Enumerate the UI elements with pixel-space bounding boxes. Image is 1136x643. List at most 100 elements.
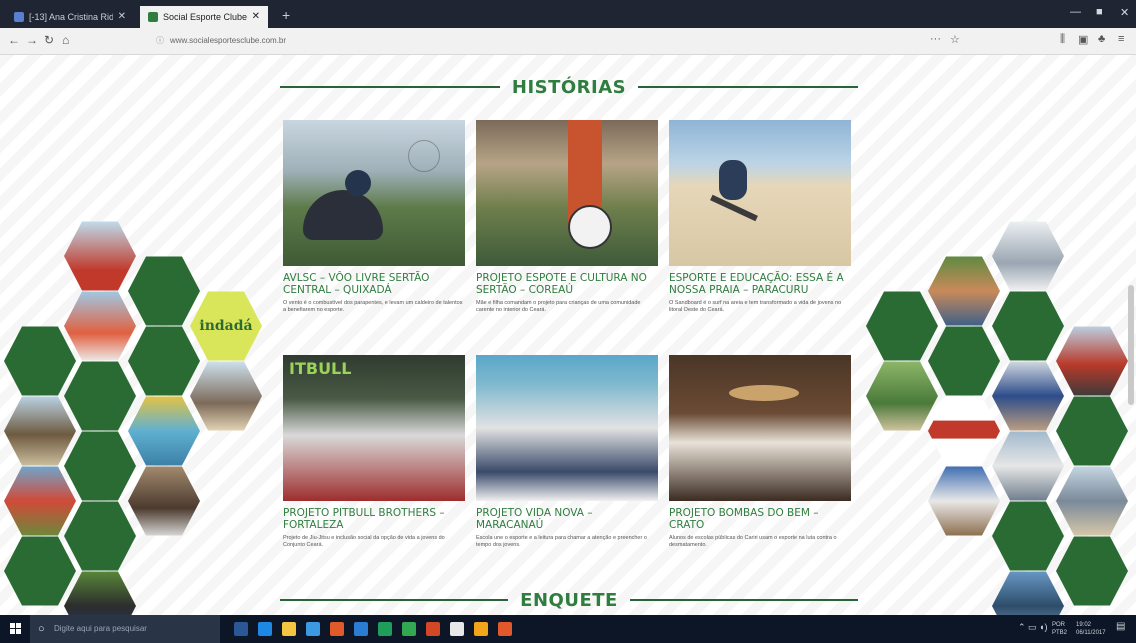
poll-heading: ENQUETE <box>280 585 858 615</box>
hex-photo <box>992 221 1064 291</box>
language-indicator: POR <box>1052 622 1066 628</box>
tab-label: Social Esporte Clube <box>163 12 247 22</box>
firefox-icon[interactable] <box>498 622 512 636</box>
story-image-sandboard[interactable] <box>669 120 851 266</box>
new-tab-button[interactable]: + <box>282 7 290 23</box>
search-placeholder: Digite aqui para pesquisar <box>54 624 147 633</box>
page-actions-icon[interactable]: ··· <box>930 33 941 45</box>
story-excerpt: O Sandboard é o surf na areia e tem tran… <box>669 300 842 313</box>
partner-logo-text: indadá <box>199 318 253 334</box>
word-icon[interactable] <box>354 622 368 636</box>
hex-photo <box>128 466 200 536</box>
home-icon[interactable]: ⌂ <box>62 33 69 47</box>
hex-photo <box>1056 466 1128 536</box>
keyboard-layout[interactable]: POR PTB2 <box>1052 621 1067 637</box>
close-tab-icon[interactable]: ✕ <box>118 6 126 28</box>
story-card[interactable]: ESPORTE E EDUCAÇÃO: ESSA É A NOSSA PRAIA… <box>669 120 851 314</box>
partner-logo: indadá <box>190 291 262 361</box>
photos-icon[interactable] <box>474 622 488 636</box>
info-icon[interactable]: ⓘ <box>156 32 164 50</box>
hex-tile <box>1056 536 1128 606</box>
story-image-group[interactable] <box>476 355 658 501</box>
browser-tab-1[interactable]: [-13] Ana Cristina Ridge ✕ <box>6 6 134 28</box>
hex-tile <box>866 291 938 361</box>
tray-icons[interactable]: ⌃ ▭ ◖) <box>1018 623 1047 632</box>
cortana-icon: ○ <box>38 623 45 635</box>
stories-heading: HISTÓRIAS <box>280 72 859 102</box>
windows-start-icon[interactable] <box>10 623 22 635</box>
file-explorer-icon[interactable] <box>282 622 296 636</box>
hex-photo <box>64 291 136 361</box>
story-excerpt: Projeto de Jiu-Jitsu e inclusão social d… <box>283 535 445 548</box>
story-excerpt: Alunos de escolas públicas do Cariri usa… <box>669 535 837 548</box>
sidebar-icon[interactable]: ▣ <box>1078 33 1088 46</box>
story-image-football[interactable] <box>476 120 658 266</box>
task-view-icon[interactable] <box>234 622 248 636</box>
hex-tile <box>992 291 1064 361</box>
story-title[interactable]: PROJETO ESPOTE E CULTURA NO SERTÃO – COR… <box>476 272 658 296</box>
tab-label: [-13] Ana Cristina Ridge <box>29 12 113 22</box>
story-image-paragliding[interactable] <box>283 120 465 266</box>
clock-date: 06/11/2017 <box>1076 630 1106 636</box>
powerpoint-icon[interactable] <box>426 622 440 636</box>
story-title[interactable]: ESPORTE E EDUCAÇÃO: ESSA É A NOSSA PRAIA… <box>669 272 851 296</box>
hex-tile <box>992 501 1064 571</box>
hex-photo <box>928 396 1000 466</box>
heading-rule <box>280 86 500 88</box>
forward-icon[interactable]: → <box>26 33 38 47</box>
hex-photo <box>992 571 1064 615</box>
mail-icon[interactable] <box>450 622 464 636</box>
close-tab-icon[interactable]: ✕ <box>252 6 260 28</box>
hex-tile <box>128 326 200 396</box>
url-text: www.socialesportesclube.com.br <box>170 36 287 45</box>
hex-photo <box>64 571 136 615</box>
story-card[interactable]: PROJETO VIDA NOVA – MARACANAÚ Escola une… <box>476 355 658 549</box>
browser-nav-bar: ← → ↻ ⌂ ⓘ www.socialesportesclube.com.br … <box>0 28 1136 55</box>
menu-icon[interactable]: ≡ <box>1118 33 1124 45</box>
story-card[interactable]: ITBULL PROJETO PITBULL BROTHERS – FORTAL… <box>283 355 465 549</box>
story-title[interactable]: PROJETO VIDA NOVA – MARACANAÚ <box>476 507 658 531</box>
heading-rule <box>629 599 858 601</box>
story-title[interactable]: AVLSC – VÔO LIVRE SERTÃO CENTRAL – QUIXA… <box>283 272 465 296</box>
notifications-icon[interactable]: ▤ <box>1116 622 1125 632</box>
story-excerpt: Mãe e filha comandam o projeto para cria… <box>476 300 641 313</box>
store-icon[interactable] <box>306 622 320 636</box>
close-window-icon[interactable]: ✕ <box>1120 6 1129 19</box>
app-icon[interactable] <box>330 622 344 636</box>
browser-tab-2[interactable]: Social Esporte Clube ✕ <box>140 6 268 28</box>
back-icon[interactable]: ← <box>8 33 20 47</box>
story-card[interactable]: PROJETO ESPOTE E CULTURA NO SERTÃO – COR… <box>476 120 658 314</box>
tab-favicon-icon <box>14 12 24 22</box>
minimize-icon[interactable]: — <box>1070 6 1081 18</box>
page-scrollbar[interactable] <box>1128 285 1134 405</box>
story-title[interactable]: PROJETO PITBULL BROTHERS – FORTALEZA <box>283 507 465 531</box>
clock[interactable]: 19:02 06/11/2017 <box>1076 621 1106 637</box>
reload-icon[interactable]: ↻ <box>44 33 54 47</box>
extension-icon[interactable]: ♣ <box>1098 33 1105 45</box>
library-icon[interactable]: ⫼ <box>1060 33 1065 46</box>
hex-tile <box>1056 396 1128 466</box>
hex-tile <box>4 536 76 606</box>
hex-tile <box>64 501 136 571</box>
address-bar[interactable]: ⓘ www.socialesportesclube.com.br <box>156 32 956 50</box>
heading-rule <box>638 86 859 88</box>
story-excerpt: O vento é o combustível dos parapentes, … <box>283 300 463 313</box>
browser-tab-bar: [-13] Ana Cristina Ridge ✕ Social Esport… <box>0 0 1136 28</box>
story-card[interactable]: PROJETO BOMBAS DO BEM – CRATO Alunos de … <box>669 355 851 549</box>
hex-photo <box>128 396 200 466</box>
layout-indicator: PTB2 <box>1052 630 1068 636</box>
taskbar-search[interactable]: ○ Digite aqui para pesquisar <box>30 615 220 643</box>
maximize-icon[interactable]: ■ <box>1096 6 1103 18</box>
chrome-icon[interactable] <box>402 622 416 636</box>
bookmark-star-icon[interactable]: ☆ <box>950 33 960 46</box>
story-card[interactable]: AVLSC – VÔO LIVRE SERTÃO CENTRAL – QUIXA… <box>283 120 465 314</box>
story-image-jiujitsu[interactable]: ITBULL <box>283 355 465 501</box>
excel-icon[interactable] <box>378 622 392 636</box>
clock-time: 19:02 <box>1076 622 1092 628</box>
poll-heading-text: ENQUETE <box>520 589 618 611</box>
story-image-slingshot[interactable] <box>669 355 851 501</box>
hex-photo <box>4 466 76 536</box>
taskbar: ○ Digite aqui para pesquisar ⌃ ▭ ◖) POR … <box>0 615 1136 643</box>
story-title[interactable]: PROJETO BOMBAS DO BEM – CRATO <box>669 507 851 531</box>
edge-icon[interactable] <box>258 622 272 636</box>
